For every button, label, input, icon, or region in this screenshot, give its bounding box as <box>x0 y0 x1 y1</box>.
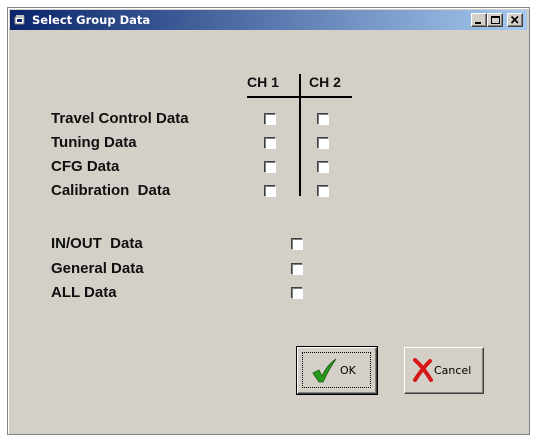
cancel-button[interactable]: Cancel <box>404 347 484 394</box>
row-label-calibration: Calibration Data <box>51 182 171 199</box>
maximize-button[interactable] <box>487 13 503 27</box>
minimize-button[interactable] <box>471 13 487 27</box>
app-icon <box>14 15 25 25</box>
checkbox-in-out[interactable] <box>292 239 303 250</box>
checkbox-cfg-ch2[interactable] <box>318 162 329 173</box>
checkmark-icon <box>312 358 337 383</box>
column-divider-vertical <box>299 74 301 196</box>
select-group-data-dialog: Select Group Data CH 1 CH 2 Travel Contr… <box>7 7 530 435</box>
checkbox-travel-control-ch2[interactable] <box>318 114 329 125</box>
row-label-cfg: CFG Data <box>51 158 120 175</box>
row-label-travel-control: Travel Control Data <box>51 110 189 127</box>
checkbox-cfg-ch1[interactable] <box>265 162 276 173</box>
row-label-general: General Data <box>51 260 144 277</box>
checkbox-travel-control-ch1[interactable] <box>265 114 276 125</box>
minimize-icon <box>475 22 481 24</box>
title-bar[interactable]: Select Group Data <box>10 10 527 30</box>
maximize-icon <box>491 16 500 24</box>
checkbox-calibration-ch2[interactable] <box>318 186 329 197</box>
red-x-icon <box>413 358 433 382</box>
checkbox-general[interactable] <box>292 264 303 275</box>
row-label-all: ALL Data <box>51 284 117 301</box>
window-title: Select Group Data <box>32 13 151 27</box>
ok-button-label: OK <box>340 364 356 377</box>
column-header-ch2: CH 2 <box>309 74 341 90</box>
checkbox-tuning-ch2[interactable] <box>318 138 329 149</box>
cancel-button-label: Cancel <box>434 364 472 377</box>
checkbox-calibration-ch1[interactable] <box>265 186 276 197</box>
checkbox-tuning-ch1[interactable] <box>265 138 276 149</box>
checkbox-all[interactable] <box>292 288 303 299</box>
row-label-tuning: Tuning Data <box>51 134 137 151</box>
close-icon <box>510 15 519 24</box>
close-button[interactable] <box>507 13 523 27</box>
column-header-ch1: CH 1 <box>247 74 279 90</box>
row-label-in-out: IN/OUT Data <box>51 235 143 252</box>
ok-button[interactable]: OK <box>296 346 378 395</box>
